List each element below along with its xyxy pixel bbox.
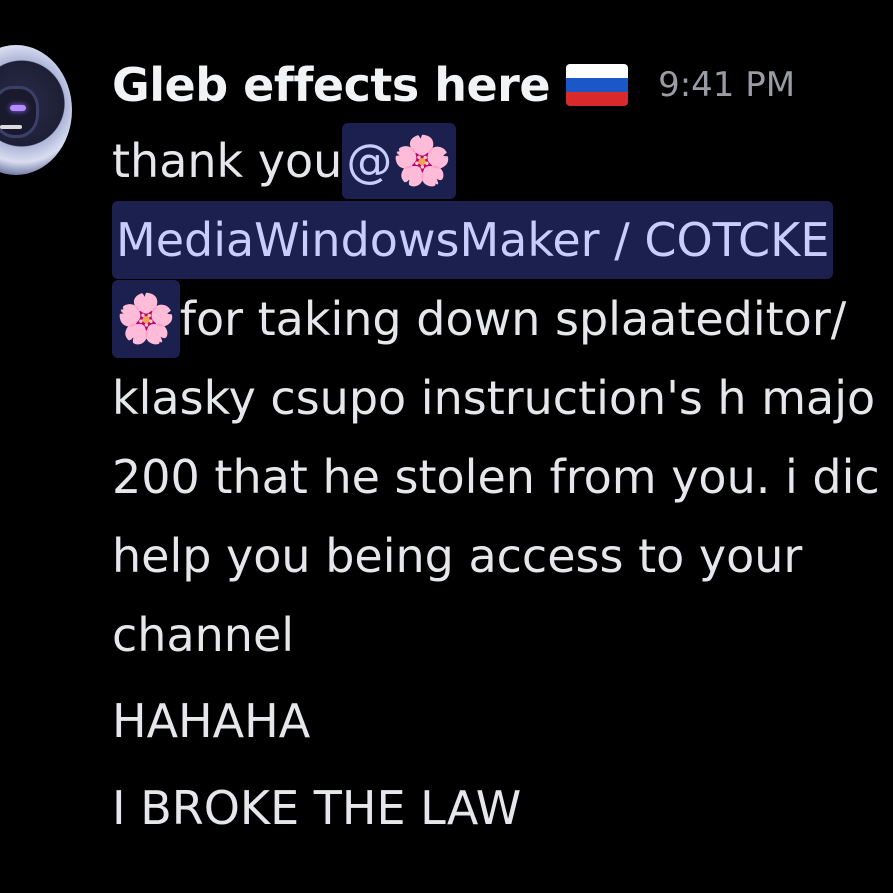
user-avatar[interactable] (0, 45, 72, 175)
cherry-blossom-icon: 🌸 (116, 291, 176, 347)
message-line-7: channel (112, 604, 294, 666)
message-line-8: HAHAHA (112, 690, 310, 752)
user-mention-start[interactable]: @ 🌸 (342, 123, 457, 199)
message-line-5: 200 that he stolen from you. i dic (112, 446, 880, 508)
user-mention-name[interactable]: MediaWindowsMaker / COTCKE (112, 201, 834, 279)
message-header: Gleb effects here 9:41 PM (112, 55, 795, 115)
message-text: HAHAHA (112, 694, 311, 748)
message-line-9: I BROKE THE LAW (112, 777, 521, 839)
username[interactable]: Gleb effects here (112, 58, 551, 112)
message-text: channel (112, 608, 295, 662)
user-mention-end[interactable]: 🌸 (112, 280, 180, 358)
message-text: help you being access to your (112, 529, 803, 583)
message-text: thank you (112, 134, 343, 188)
avatar-mouth (0, 125, 22, 129)
message-line-2: MediaWindowsMaker / COTCKE (112, 201, 834, 279)
message-line-3: 🌸 for taking down splaateditor/ (112, 280, 847, 358)
message-line-6: help you being access to your (112, 525, 802, 587)
message-text: klasky csupo instruction's h majo (112, 371, 876, 425)
avatar-eye (10, 105, 26, 111)
cherry-blossom-icon: 🌸 (392, 133, 453, 189)
mention-at-symbol: @ (346, 134, 393, 188)
message-text: 200 that he stolen from you. i dic (112, 450, 880, 504)
message-timestamp[interactable]: 9:41 PM (658, 65, 795, 105)
message-text: for taking down splaateditor/ (179, 292, 847, 346)
message-line-1: thank you @ 🌸 (112, 123, 457, 199)
message-line-4: klasky csupo instruction's h majo (112, 367, 875, 429)
russian-flag-icon (566, 64, 629, 106)
message-text: I BROKE THE LAW (112, 781, 522, 835)
